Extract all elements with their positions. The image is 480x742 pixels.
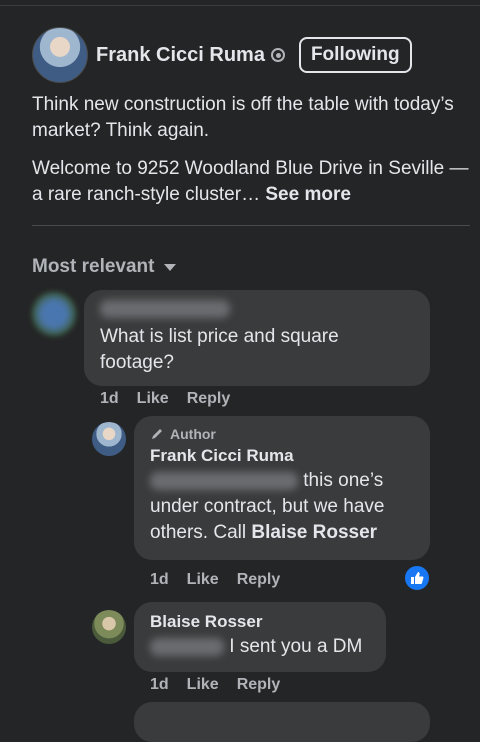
- author-avatar[interactable]: [92, 422, 126, 456]
- mention-link[interactable]: Blaise Rosser: [251, 522, 377, 543]
- author-badge: Author: [150, 426, 414, 442]
- comment-time[interactable]: 1d: [100, 390, 119, 408]
- post-text-2: Welcome to 9252 Woodland Blue Drive in S…: [32, 156, 472, 208]
- thumbs-up-icon: [411, 572, 424, 584]
- comment-actions: 1d Like Reply: [100, 390, 230, 408]
- like-button[interactable]: Like: [187, 571, 219, 589]
- poster-avatar[interactable]: [32, 27, 88, 83]
- reply-text-2-body: I sent you a DM: [229, 636, 363, 657]
- blaise-avatar[interactable]: [92, 610, 126, 644]
- reply-actions-2: 1d Like Reply: [150, 676, 280, 694]
- like-reaction-icon[interactable]: [403, 564, 431, 592]
- reply-text-2: I sent you a DM: [150, 634, 370, 660]
- reply-text: this one’s under contract, but we have o…: [150, 468, 414, 546]
- like-button[interactable]: Like: [137, 390, 169, 408]
- comment-text: What is list price and square footage?: [100, 326, 339, 374]
- pencil-icon: [152, 429, 162, 439]
- post-header: Frank Cicci Ruma Following: [32, 27, 412, 83]
- comment-bubble: What is list price and square footage?: [84, 290, 430, 386]
- reply-button[interactable]: Reply: [237, 571, 281, 589]
- reply-time[interactable]: 1d: [150, 571, 169, 589]
- reply-actions: 1d Like Reply: [150, 571, 280, 589]
- commenter-avatar[interactable]: [32, 292, 76, 336]
- sort-label: Most relevant: [32, 256, 155, 277]
- author-badge-label: Author: [170, 426, 216, 442]
- like-button[interactable]: Like: [187, 676, 219, 694]
- reply-author[interactable]: Frank Cicci Ruma: [150, 446, 414, 466]
- reply-button[interactable]: Reply: [187, 390, 231, 408]
- top-divider: [0, 5, 480, 6]
- redacted-name: [150, 471, 298, 490]
- reply-author-2[interactable]: Blaise Rosser: [150, 612, 370, 632]
- reply-bubble-2: Blaise Rosser I sent you a DM: [134, 602, 386, 672]
- chevron-down-icon: [164, 263, 177, 271]
- sort-dropdown[interactable]: Most relevant: [32, 256, 177, 278]
- post-text-1: Think new construction is off the table …: [32, 94, 454, 141]
- section-divider: [32, 225, 470, 226]
- globe-icon: [270, 48, 285, 62]
- redacted-name: [100, 300, 230, 318]
- next-reply-bubble: [134, 702, 430, 742]
- reply-time-2[interactable]: 1d: [150, 676, 169, 694]
- poster-name[interactable]: Frank Cicci Ruma: [96, 44, 265, 67]
- following-button[interactable]: Following: [298, 37, 412, 73]
- redacted-name: [150, 637, 224, 656]
- reply-bubble: Author Frank Cicci Ruma this one’s under…: [134, 416, 430, 560]
- post-text-body: Welcome to 9252 Woodland Blue Drive in S…: [32, 158, 469, 205]
- see-more-link[interactable]: See more: [265, 184, 351, 205]
- reply-button[interactable]: Reply: [237, 676, 281, 694]
